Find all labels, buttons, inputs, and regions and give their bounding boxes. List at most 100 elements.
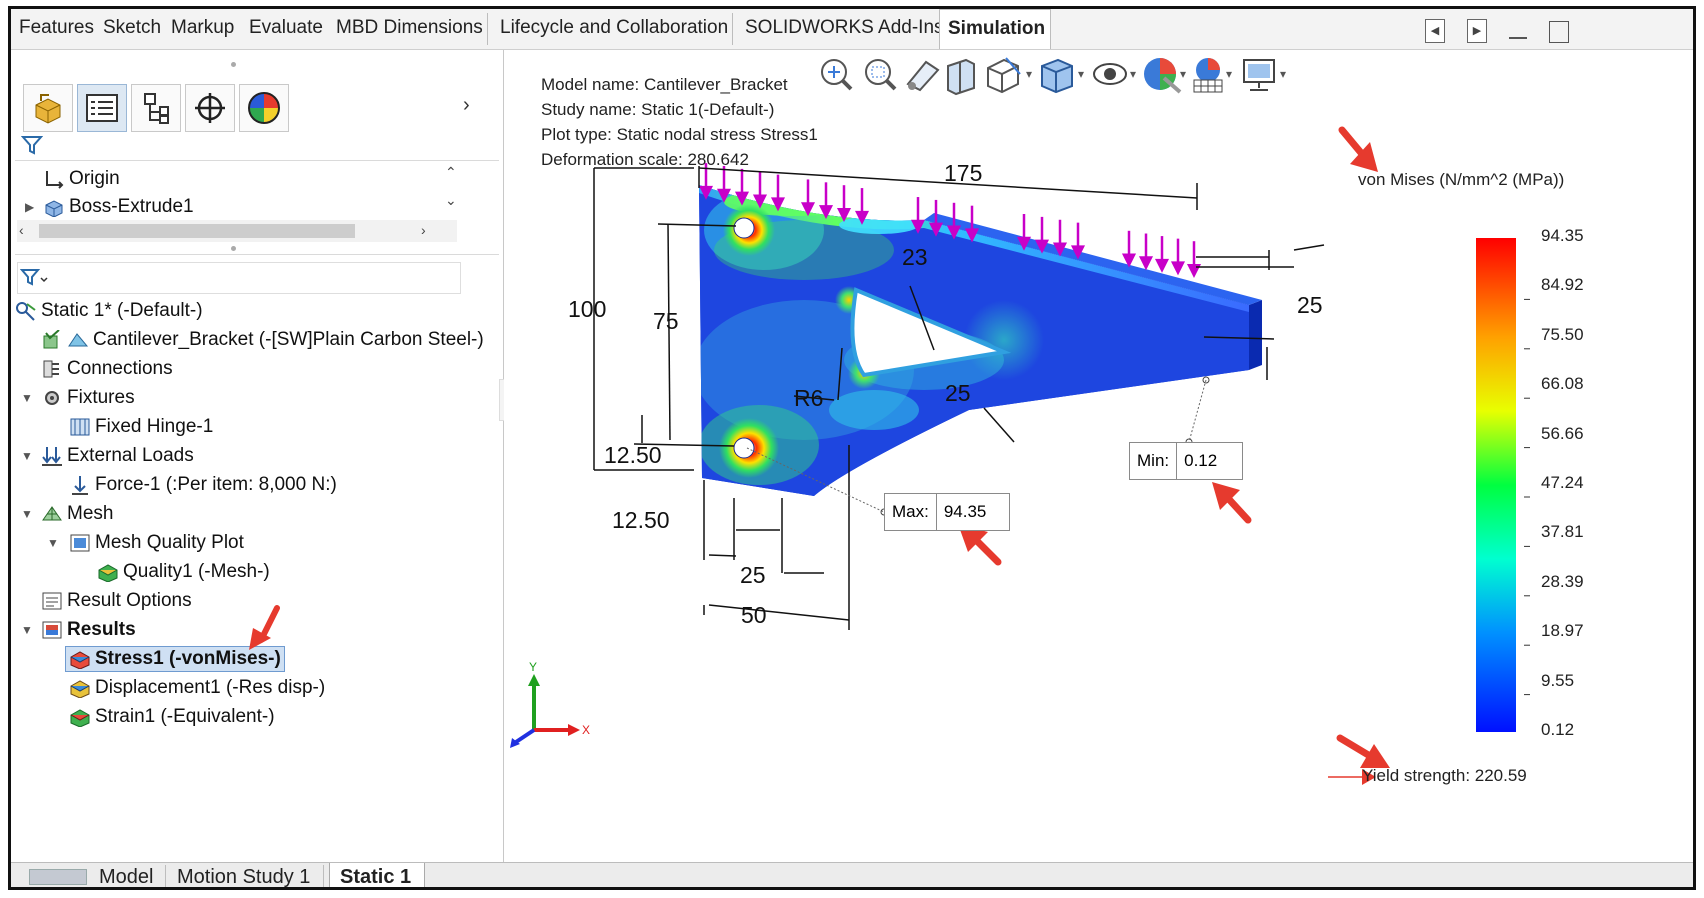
tab-markup[interactable]: Markup (171, 9, 234, 49)
displacement-plot-icon (69, 678, 91, 699)
tab-sketch[interactable]: Sketch (103, 9, 161, 49)
tab-evaluate[interactable]: Evaluate (249, 9, 323, 49)
load-arrow-head (1170, 261, 1186, 276)
tree-item-force[interactable]: Force-1 (:Per item: 8,000 N:) (69, 472, 337, 498)
scrollbar-thumb[interactable] (39, 224, 355, 238)
dimension-75: 75 (653, 308, 679, 334)
tree-label: External Loads (67, 445, 194, 466)
tab-simulation[interactable]: Simulation (939, 9, 1051, 49)
tree-item-strain1[interactable]: Strain1 (-Equivalent-) (69, 704, 275, 730)
legend-value-label: 94.35 (1541, 226, 1584, 245)
load-arrow-head (1138, 256, 1154, 271)
axis-x-label: X (582, 723, 591, 737)
tree-label: Force-1 (:Per item: 8,000 N:) (95, 474, 337, 495)
tree-item-connections[interactable]: Connections (41, 356, 173, 382)
tree-label: Static 1* (-Default-) (41, 300, 203, 321)
tree-label: Mesh Quality Plot (95, 532, 244, 553)
dimension-175: 175 (944, 160, 983, 186)
stress-plot-icon (69, 649, 91, 670)
graphics-area: ▾ ▾ ▾ ▾ ▾ ▾ Model name: Cantilever_Brack… (504, 50, 1693, 862)
window-left-icon[interactable]: ◀ (1425, 19, 1445, 43)
expand-caret-icon[interactable]: ▼ (21, 449, 33, 463)
horizontal-scrollbar[interactable]: ‹ › (17, 220, 457, 242)
legend-value-label: 9.55 (1541, 670, 1575, 690)
annotation-arrow-icon (1338, 126, 1378, 172)
extrude-feature-icon (43, 197, 65, 218)
tree-label: Quality1 (-Mesh-) (123, 561, 270, 582)
legend-value-label: 47.24 (1541, 473, 1584, 492)
restore-icon[interactable] (1549, 21, 1569, 43)
tab-static-1[interactable]: Static 1 (329, 863, 425, 887)
tree-item-fixtures[interactable]: Fixtures (41, 385, 135, 411)
legend-value-label: 66.08 (1541, 374, 1584, 394)
expand-caret-icon[interactable]: ▼ (47, 536, 59, 550)
force-arrow-icon (69, 475, 91, 495)
tree-item-quality1[interactable]: Quality1 (-Mesh-) (97, 559, 270, 585)
dimxpert-tab[interactable] (185, 84, 235, 132)
tab-motion-study-1[interactable]: Motion Study 1 (177, 863, 310, 887)
window-right-icon[interactable]: ▶ (1467, 19, 1487, 43)
chevron-right-icon[interactable]: › (463, 94, 470, 117)
tab-solidworks-addins[interactable]: SOLIDWORKS Add-Ins (745, 9, 944, 49)
splitter-grip-icon[interactable] (231, 246, 236, 251)
tree-item-mesh-quality-plot[interactable]: Mesh Quality Plot (69, 530, 244, 556)
legend-title: von Mises (N/mm^2 (MPa)) (1358, 170, 1565, 189)
tree-filter-box[interactable] (17, 262, 461, 294)
tab-features[interactable]: Features (19, 9, 94, 49)
external-loads-icon (41, 446, 63, 466)
filter-dropdown-icon (20, 269, 48, 286)
fixtures-icon (41, 388, 63, 408)
feature-manager-tab[interactable] (23, 84, 73, 132)
divider (15, 160, 499, 161)
legend-value-label: 37.81 (1541, 522, 1584, 542)
origin-icon (43, 169, 65, 189)
bottom-tab-bar: Model Motion Study 1 Static 1 (11, 862, 1693, 887)
tab-lifecycle-collaboration[interactable]: Lifecycle and Collaboration (500, 9, 728, 49)
load-arrow-head (1121, 253, 1137, 268)
tab-model[interactable]: Model (99, 863, 153, 887)
tree-item-mesh[interactable]: Mesh (41, 501, 113, 527)
expand-caret-icon[interactable]: ▼ (21, 507, 33, 521)
tab-scroll-buttons[interactable] (29, 869, 87, 885)
tree-item-part[interactable]: Cantilever_Bracket (-[SW]Plain Carbon St… (41, 327, 484, 353)
tree-item-displacement1[interactable]: Displacement1 (-Res disp-) (69, 675, 325, 701)
strain-plot-icon (69, 707, 91, 728)
property-manager-tab[interactable] (77, 84, 127, 132)
min-probe-label[interactable]: Min: 0.12 (1129, 442, 1243, 480)
filter-icon[interactable] (20, 134, 44, 161)
expand-caret-icon[interactable]: ▶ (25, 200, 34, 214)
configuration-manager-tab[interactable] (131, 84, 181, 132)
scroll-down-icon[interactable]: ⌄ (445, 192, 457, 209)
annotation-arrow-icon (249, 605, 280, 650)
tree-label: Result Options (67, 590, 192, 611)
minimize-icon[interactable] (1509, 37, 1527, 39)
static-study-icon (15, 301, 37, 321)
legend-ticks (1524, 298, 1530, 696)
quality-plot-icon (97, 562, 119, 583)
scroll-left-icon[interactable]: ‹ (19, 222, 24, 238)
min-leader-line (1188, 379, 1207, 443)
results-folder-icon (41, 620, 63, 640)
expand-caret-icon[interactable]: ▼ (21, 623, 33, 637)
divider (15, 254, 499, 255)
tree-item-study[interactable]: Static 1* (-Default-) (15, 298, 203, 324)
expand-caret-icon[interactable]: ▼ (21, 391, 33, 405)
max-key: Max: (885, 494, 937, 530)
tree-item-origin[interactable]: Origin (43, 166, 120, 192)
display-manager-tab[interactable] (239, 84, 289, 132)
command-manager-tabs: Features Sketch Markup Evaluate MBD Dime… (11, 9, 1693, 50)
tree-item-external-loads[interactable]: External Loads (41, 443, 194, 469)
legend-value-label: 56.66 (1541, 423, 1584, 443)
splitter-grip-icon[interactable] (231, 62, 236, 67)
tree-label: Origin (69, 168, 120, 189)
crosshair-icon (195, 93, 225, 123)
tab-mbd-dimensions[interactable]: MBD Dimensions (336, 9, 483, 49)
tree-item-results[interactable]: Results (41, 617, 136, 643)
tree-item-fixed-hinge[interactable]: Fixed Hinge-1 (69, 414, 213, 440)
plot-folder-icon (69, 533, 91, 553)
tree-item-result-options[interactable]: Result Options (41, 588, 192, 614)
tree-item-boss-extrude[interactable]: Boss-Extrude1 (43, 194, 194, 220)
scroll-right-icon[interactable]: › (421, 222, 426, 238)
scroll-up-icon[interactable]: ⌃ (445, 164, 457, 181)
max-probe-label[interactable]: Max: 94.35 (884, 493, 1010, 531)
